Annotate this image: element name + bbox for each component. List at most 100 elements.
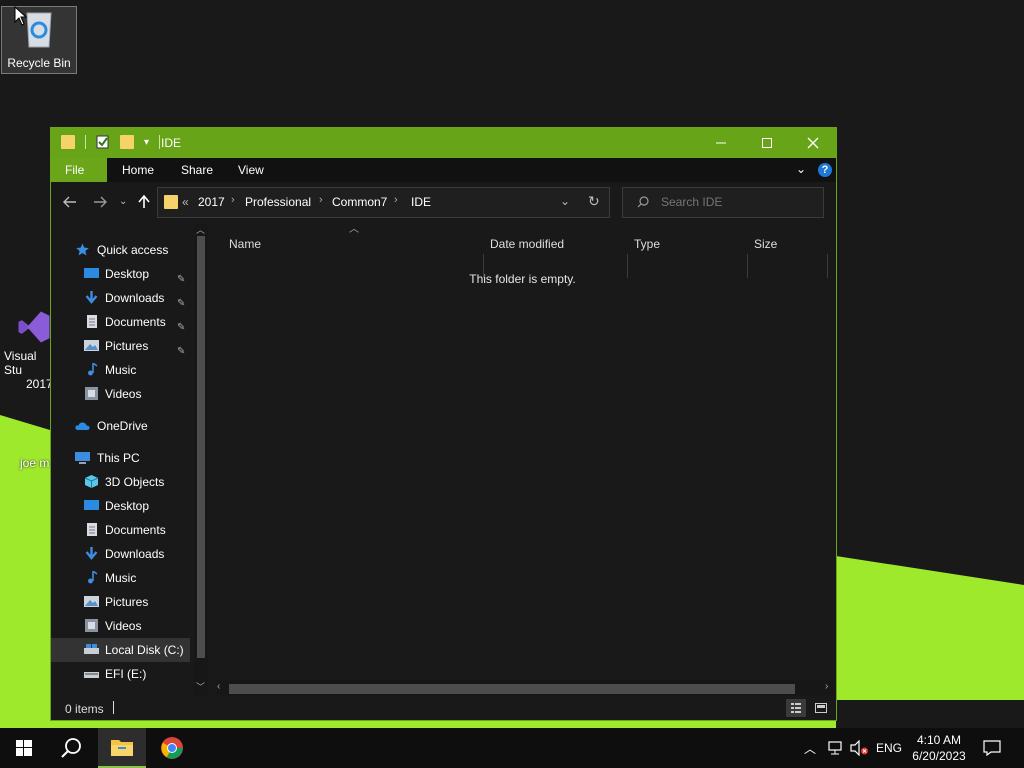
column-header-date-modified[interactable]: Date modified — [490, 237, 564, 251]
desktop-icon — [84, 500, 99, 510]
navigation-scrollbar-thumb[interactable] — [197, 236, 205, 658]
download-icon — [85, 547, 98, 560]
nav-item-label: Downloads — [105, 547, 165, 561]
scroll-down-icon[interactable]: ﹀ — [196, 680, 205, 693]
user-folder-desktop-label[interactable]: joe m — [20, 456, 49, 470]
nav-item-label: Music — [105, 571, 137, 585]
nav-quick-music[interactable]: Music — [84, 358, 192, 382]
breadcrumb-separator-icon[interactable]: › — [394, 194, 398, 206]
breadcrumb-separator-icon[interactable]: › — [231, 194, 235, 206]
help-icon[interactable]: ? — [818, 163, 832, 177]
nav-quick-access-label: Quick access — [97, 243, 169, 257]
recent-locations-chevron-icon[interactable]: ⌄ — [119, 196, 127, 207]
folder-icon — [164, 195, 178, 209]
refresh-icon[interactable]: ↻ — [588, 193, 600, 210]
nav-item-label: Music — [105, 363, 137, 377]
visual-studio-desktop-icon[interactable]: Visual Stu 2017 — [0, 308, 56, 391]
address-bar[interactable]: « 2017 › Professional › Common7 › IDE ⌄ … — [157, 187, 610, 218]
nav-pc-desktop[interactable]: Desktop — [84, 494, 192, 518]
nav-onedrive[interactable]: OneDrive — [75, 414, 191, 438]
new-folder-icon[interactable] — [120, 135, 134, 149]
large-icons-view-icon — [815, 703, 827, 713]
volume-muted-icon[interactable] — [850, 740, 870, 756]
horizontal-scrollbar[interactable]: ‹ › — [217, 680, 835, 696]
videos-icon — [85, 387, 98, 400]
large-icons-view-button[interactable] — [811, 699, 831, 717]
file-explorer-taskbar-button[interactable] — [98, 728, 146, 768]
toolbar-divider — [85, 135, 86, 149]
nav-item-label: Documents — [105, 523, 166, 537]
network-icon[interactable] — [826, 740, 844, 756]
breadcrumb-ide[interactable]: IDE — [411, 195, 431, 209]
file-list-pane[interactable]: ︿ Name Date modified Type Size This fold… — [209, 224, 836, 696]
windows-logo-icon — [16, 740, 32, 756]
tab-view[interactable]: View — [224, 158, 278, 182]
tab-share[interactable]: Share — [167, 158, 227, 182]
title-bar[interactable]: ▾ IDE — [51, 128, 836, 158]
visual-studio-icon — [18, 311, 50, 343]
back-arrow-icon[interactable] — [63, 195, 77, 211]
nav-quick-pictures[interactable]: Pictures ✎ — [84, 334, 192, 358]
nav-pc-efi-e[interactable]: EFI (E:) — [84, 662, 192, 686]
navigation-scrollbar[interactable]: ︿ ﹀ — [194, 224, 208, 696]
scroll-right-icon[interactable]: › — [825, 681, 828, 692]
up-arrow-icon[interactable] — [138, 194, 150, 212]
breadcrumb-overflow[interactable]: « — [182, 195, 189, 209]
nav-pc-3d-objects[interactable]: 3D Objects — [84, 470, 192, 494]
nav-quick-downloads[interactable]: Downloads ✎ — [84, 286, 192, 310]
recycle-bin-desktop-icon[interactable]: Recycle Bin — [1, 6, 77, 74]
scroll-up-icon[interactable]: ︿ — [196, 223, 205, 236]
chrome-taskbar-button[interactable] — [148, 728, 196, 768]
nav-pc-music[interactable]: Music — [84, 566, 192, 590]
nav-quick-videos[interactable]: Videos — [84, 382, 192, 406]
nav-pc-downloads[interactable]: Downloads — [84, 542, 192, 566]
search-icon — [637, 196, 649, 208]
empty-folder-message: This folder is empty. — [469, 272, 576, 286]
nav-pc-local-disk-c[interactable]: Local Disk (C:) — [51, 638, 190, 662]
search-input[interactable] — [659, 194, 813, 210]
nav-pc-documents[interactable]: Documents — [84, 518, 192, 542]
nav-item-label: Videos — [105, 619, 142, 633]
music-icon — [88, 571, 98, 584]
nav-item-label: Pictures — [105, 595, 149, 609]
start-button[interactable] — [0, 728, 48, 768]
expand-ribbon-chevron-icon[interactable]: ⌄ — [796, 162, 806, 176]
nav-this-pc[interactable]: This PC — [75, 446, 191, 470]
mouse-cursor-icon — [14, 6, 28, 26]
nav-quick-access[interactable]: Quick access — [75, 238, 191, 262]
breadcrumb-common7[interactable]: Common7 — [332, 195, 387, 209]
show-hidden-icons-chevron-icon[interactable]: ︿ — [804, 740, 816, 757]
customize-toolbar-chevron-icon[interactable]: ▾ — [144, 137, 149, 148]
column-header-type[interactable]: Type — [634, 237, 660, 251]
nav-pc-videos[interactable]: Videos — [84, 614, 192, 638]
address-history-chevron-icon[interactable]: ⌄ — [560, 194, 570, 208]
search-button[interactable] — [48, 728, 96, 768]
search-box[interactable] — [622, 187, 824, 218]
close-button[interactable] — [790, 128, 836, 158]
breadcrumb-2017[interactable]: 2017 — [198, 195, 225, 209]
input-language[interactable]: ENG — [876, 741, 902, 755]
forward-arrow-icon[interactable] — [93, 195, 107, 211]
details-view-button[interactable] — [786, 699, 806, 717]
action-center-icon[interactable] — [983, 740, 1001, 756]
nav-quick-documents[interactable]: Documents ✎ — [84, 310, 192, 334]
minimize-button[interactable] — [698, 128, 744, 158]
clock[interactable]: 4:10 AM 6/20/2023 — [906, 732, 972, 764]
properties-icon[interactable] — [96, 135, 110, 149]
scroll-left-icon[interactable]: ‹ — [217, 681, 220, 692]
tab-home[interactable]: Home — [108, 158, 168, 182]
file-explorer-window: ▾ IDE File Home Share View ⌄ ? ⌄ « 2017 … — [51, 128, 836, 720]
column-header-size[interactable]: Size — [754, 237, 777, 251]
breadcrumb-professional[interactable]: Professional — [245, 195, 311, 209]
clock-time: 4:10 AM — [916, 733, 962, 747]
column-header-name[interactable]: Name — [229, 237, 261, 251]
horizontal-scrollbar-thumb[interactable] — [229, 684, 795, 694]
3d-objects-icon — [84, 475, 99, 488]
status-bar: 0 items — [51, 696, 836, 720]
breadcrumb-separator-icon[interactable]: › — [319, 194, 323, 206]
nav-item-label: Pictures — [105, 339, 149, 353]
nav-quick-desktop[interactable]: Desktop ✎ — [84, 262, 192, 286]
maximize-button[interactable] — [744, 128, 790, 158]
tab-file[interactable]: File — [51, 158, 107, 182]
nav-pc-pictures[interactable]: Pictures — [84, 590, 192, 614]
